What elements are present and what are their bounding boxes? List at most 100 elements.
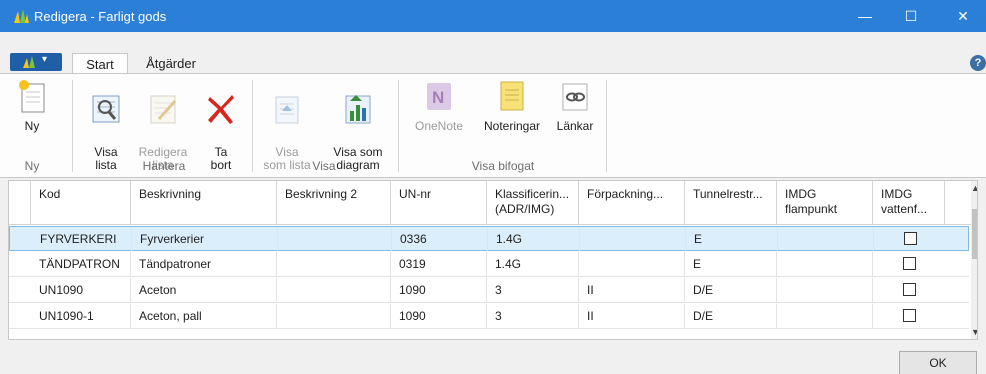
row-selector-header [9, 181, 31, 225]
cell-beskrivning: Aceton, pall [131, 304, 277, 328]
tab-start[interactable]: Start [72, 53, 128, 75]
cell-un-nr: 1090 [391, 278, 487, 302]
cell-un-nr: 1090 [391, 304, 487, 328]
cell-klassificering: 3 [487, 304, 579, 328]
scroll-up-icon[interactable]: ▲ [971, 183, 977, 193]
column-header-beskrivning[interactable]: Beskrivning [131, 181, 277, 225]
imdg-vattenf-checkbox[interactable] [903, 309, 916, 322]
cell-imdg-flampunkt [778, 227, 874, 251]
group-separator [398, 80, 399, 172]
help-icon[interactable]: ? [970, 55, 986, 71]
dialog-footer: OK [0, 341, 986, 374]
cell-klassificering: 1.4G [487, 252, 579, 276]
column-header-imdg-vattenf[interactable]: IMDG vattenf... [873, 181, 945, 225]
show-as-list-icon [275, 96, 299, 124]
table-row[interactable]: FYRVERKERI Fyrverkerier 0336 1.4G E [9, 226, 969, 251]
notes-button[interactable]: Noteringar [476, 78, 548, 133]
cell-tunnelrestriktion: D/E [685, 304, 777, 328]
imdg-vattenf-checkbox[interactable] [904, 232, 917, 245]
cell-kod: FYRVERKERI [32, 227, 132, 251]
new-button[interactable]: Ny [12, 78, 52, 133]
table-row[interactable]: UN1090-1 Aceton, pall 1090 3 II D/E [9, 304, 969, 329]
show-as-chart-icon [345, 95, 371, 124]
imdg-vattenf-checkbox[interactable] [903, 283, 916, 296]
cell-kod: UN1090-1 [31, 304, 131, 328]
column-header-imdg-flampunkt[interactable]: IMDG flampunkt [777, 181, 873, 225]
group-label-hantera: Hantera [142, 159, 186, 173]
ribbon: Ny Ny Visa lista Redigera lista Ta bort … [0, 73, 986, 178]
minimize-button[interactable]: — [842, 0, 888, 32]
new-document-icon [19, 80, 45, 113]
table-row[interactable]: UN1090 Aceton 1090 3 II D/E [9, 278, 969, 303]
cell-beskrivning-2 [277, 252, 391, 276]
imdg-vattenf-checkbox[interactable] [903, 257, 916, 270]
column-header-kod[interactable]: Kod [31, 181, 131, 225]
scroll-down-icon[interactable]: ▼ [971, 327, 977, 337]
column-header-un-nr[interactable]: UN-nr [391, 181, 487, 225]
scrollbar-thumb[interactable] [972, 209, 977, 259]
cell-tunnelrestriktion: E [686, 227, 778, 251]
application-menu-button[interactable]: ▾ [10, 53, 62, 71]
data-grid: Kod Beskrivning Beskrivning 2 UN-nr Klas… [8, 180, 978, 340]
app-logo-icon [23, 56, 35, 68]
cell-beskrivning-2 [277, 304, 391, 328]
column-header-klassificering[interactable]: Klassificerin... (ADR/IMG) [487, 181, 579, 225]
onenote-label: OneNote [414, 119, 464, 133]
cell-un-nr: 0336 [392, 227, 488, 251]
group-label-ny: Ny [24, 159, 40, 173]
cell-kod: TÄNDPATRON [31, 252, 131, 276]
ok-button[interactable]: OK [899, 351, 977, 374]
edit-list-icon [150, 95, 177, 124]
show-as-list-button[interactable]: Visa som lista [258, 78, 316, 172]
column-header-forpackning[interactable]: Förpackning... [579, 181, 685, 225]
cell-imdg-flampunkt [777, 252, 873, 276]
vertical-scrollbar[interactable]: ▲ ▼ [971, 181, 977, 339]
group-label-visa-bifogat: Visa bifogat [471, 159, 535, 173]
cell-tunnelrestriktion: D/E [685, 278, 777, 302]
title-bar: Redigera - Farligt gods — ☐ ✕ [0, 0, 986, 32]
cell-forpackning: II [579, 278, 685, 302]
cell-beskrivning-2 [278, 227, 392, 251]
column-header-tunnelrestriktion[interactable]: Tunnelrestr... [685, 181, 777, 225]
chevron-down-icon: ▾ [42, 54, 48, 65]
cell-un-nr: 0319 [391, 252, 487, 276]
cell-beskrivning: Tändpatroner [131, 252, 277, 276]
cell-beskrivning-2 [277, 278, 391, 302]
cell-beskrivning: Aceton [131, 278, 277, 302]
links-button[interactable]: Länkar [552, 78, 598, 133]
grid-header: Kod Beskrivning Beskrivning 2 UN-nr Klas… [9, 181, 977, 225]
onenote-icon: N [427, 83, 451, 110]
group-label-visa: Visa [312, 159, 336, 173]
window-title: Redigera - Farligt gods [34, 9, 167, 24]
onenote-button[interactable]: N OneNote [408, 78, 470, 133]
view-list-icon [92, 95, 120, 123]
maximize-button[interactable]: ☐ [888, 0, 934, 32]
cell-klassificering: 1.4G [488, 227, 580, 251]
new-button-label: Ny [24, 119, 40, 133]
tab-atgarder[interactable]: Åtgärder [136, 53, 206, 75]
view-list-button[interactable]: Visa lista [84, 78, 128, 172]
cell-forpackning [579, 252, 685, 276]
svg-text:N: N [432, 88, 444, 107]
cell-kod: UN1090 [31, 278, 131, 302]
links-label: Länkar [556, 119, 594, 133]
group-separator [72, 80, 73, 172]
app-logo-icon [14, 9, 29, 23]
table-row[interactable]: TÄNDPATRON Tändpatroner 0319 1.4G E [9, 252, 969, 277]
cell-tunnelrestriktion: E [685, 252, 777, 276]
cell-klassificering: 3 [487, 278, 579, 302]
delete-icon [208, 95, 234, 124]
edit-list-button[interactable]: Redigera lista [136, 78, 190, 172]
column-header-beskrivning-2[interactable]: Beskrivning 2 [277, 181, 391, 225]
cell-imdg-flampunkt [777, 278, 873, 302]
cell-imdg-flampunkt [777, 304, 873, 328]
close-button[interactable]: ✕ [940, 0, 986, 32]
notes-icon [500, 81, 524, 111]
show-as-chart-button[interactable]: Visa som diagram [326, 78, 390, 172]
delete-button[interactable]: Ta bort [198, 78, 244, 172]
links-icon [562, 83, 588, 111]
cell-beskrivning: Fyrverkerier [132, 227, 278, 251]
cell-forpackning [580, 227, 686, 251]
group-separator [606, 80, 607, 172]
ribbon-tab-strip: ▾ Start Åtgärder ? [0, 32, 986, 75]
